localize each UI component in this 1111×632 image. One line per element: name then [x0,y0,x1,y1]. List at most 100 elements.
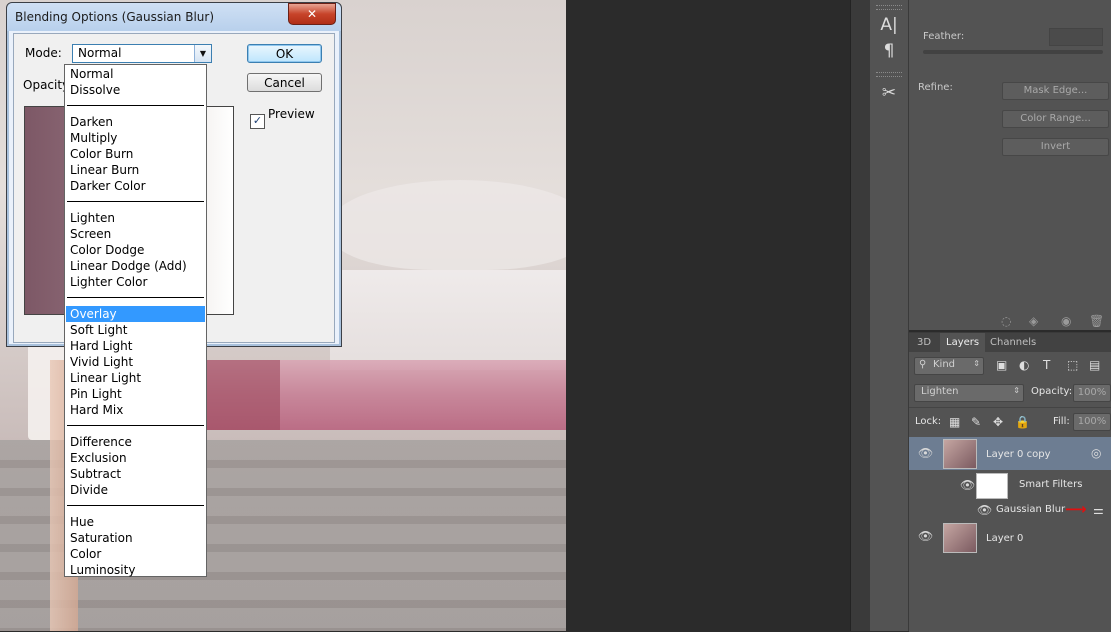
eye-icon[interactable]: 👁 [918,529,933,543]
kind-filter-select[interactable]: ⚲ Kind ⇕ [914,357,984,375]
preview-label: Preview [268,107,315,121]
strip-grip[interactable] [876,5,902,10]
tab-3d[interactable]: 3D [911,333,937,352]
layer-name: Layer 0 copy [986,449,1051,460]
feather-input[interactable] [1049,28,1103,46]
dropdown-option-difference[interactable]: Difference [66,434,205,450]
layer-row-smart-filters[interactable]: 👁 Smart Filters [909,470,1111,500]
mode-label: Mode: [25,46,62,60]
layer-name: Gaussian Blur [996,504,1066,515]
dropdown-option-pin-light[interactable]: Pin Light [66,386,205,402]
text-tool-icon[interactable]: A| [876,12,902,38]
layers-panel: 3D Layers Channels ⚲ Kind ⇕ ▣ ◐ T ⬚ ▤ Li… [909,332,1111,632]
dropdown-option-lighter-color[interactable]: Lighter Color [66,274,205,290]
tab-layers[interactable]: Layers [940,333,986,352]
shape-layer-filter-icon[interactable]: ⬚ [1067,358,1078,372]
blend-mode-value: Lighten [921,386,959,397]
chevron-down-icon[interactable]: ▼ [194,45,211,62]
layer-row-gaussian-blur[interactable]: 👁 Gaussian Blur ⟶ ⚌ [909,500,1111,520]
dropdown-separator [67,505,204,506]
dropdown-option-lighten[interactable]: Lighten [66,210,205,226]
dropdown-option-hue[interactable]: Hue [66,514,205,530]
lock-label: Lock: [915,416,942,427]
lock-transparent-icon[interactable]: ▦ [949,415,960,429]
opacity-input[interactable]: 100% [1073,384,1111,402]
feather-slider[interactable] [923,50,1103,54]
layer-name: Smart Filters [1019,479,1083,490]
photo-pink-shadow [200,360,280,430]
mode-select-value: Normal [78,46,122,60]
lock-brush-icon[interactable]: ✎ [971,415,981,429]
fill-input[interactable]: 100% [1073,413,1111,431]
pixel-layer-filter-icon[interactable]: ▣ [996,358,1007,372]
eye-icon[interactable]: 👁 [918,446,933,460]
strip-grip-2[interactable] [876,72,902,77]
dropdown-separator [67,425,204,426]
ok-button[interactable]: OK [247,44,322,63]
close-button[interactable]: ✕ [288,3,336,25]
blend-mode-dropdown-list: Normal Dissolve Darken Multiply Color Burn Li… [64,64,207,577]
preview-checkbox[interactable]: ✓ [250,114,265,129]
feather-label: Feather: [923,31,965,42]
visibility-icon[interactable]: ◉ [1061,314,1071,328]
panel-divider[interactable] [850,0,871,631]
dropdown-option-overlay[interactable]: Overlay [66,306,205,322]
dropdown-option-darken[interactable]: Darken [66,114,205,130]
apply-mask-icon[interactable]: ◈ [1029,314,1038,328]
dropdown-option-linear-dodge-add[interactable]: Linear Dodge (Add) [66,258,205,274]
dropdown-option-normal[interactable]: Normal [66,66,205,82]
lock-all-icon[interactable]: 🔒 [1015,415,1030,429]
mode-select[interactable]: Normal ▼ [72,44,212,63]
dropdown-separator [67,297,204,298]
lock-move-icon[interactable]: ✥ [993,415,1003,429]
dropdown-option-color[interactable]: Color [66,546,205,562]
dropdown-option-luminosity[interactable]: Luminosity [66,562,205,578]
delete-mask-icon[interactable]: 🗑 [1089,314,1104,328]
chevron-updown-icon: ⇕ [1013,386,1020,395]
dropdown-option-screen[interactable]: Screen [66,226,205,242]
dropdown-option-divide[interactable]: Divide [66,482,205,498]
dropdown-option-vivid-light[interactable]: Vivid Light [66,354,205,370]
invert-button[interactable]: Invert [1002,138,1109,156]
layer-name: Layer 0 [986,533,1024,544]
dropdown-separator [67,201,204,202]
photo-cake-middle [330,270,566,370]
tools-icon[interactable]: ✂ [876,80,902,106]
dropdown-option-hard-light[interactable]: Hard Light [66,338,205,354]
dropdown-option-saturation[interactable]: Saturation [66,530,205,546]
dropdown-option-soft-light[interactable]: Soft Light [66,322,205,338]
smart-object-filter-icon[interactable]: ▤ [1089,358,1100,372]
layer-thumbnail [943,523,977,553]
mask-edge-button[interactable]: Mask Edge... [1002,82,1109,100]
opacity-label: Opacity [23,78,70,92]
dropdown-option-color-dodge[interactable]: Color Dodge [66,242,205,258]
photo-cake-top [330,180,566,270]
eye-icon[interactable]: 👁 [977,503,992,517]
layer-row-layer-0-copy[interactable]: 👁 Layer 0 copy ◎ [909,437,1111,470]
blend-mode-select[interactable]: Lighten ⇕ [914,384,1024,402]
dropdown-option-linear-light[interactable]: Linear Light [66,370,205,386]
paragraph-icon[interactable]: ¶ [876,38,902,64]
load-selection-icon[interactable]: ◌ [1001,314,1011,328]
adjustment-layer-filter-icon[interactable]: ◐ [1019,358,1029,372]
dialog-titlebar[interactable]: Blending Options (Gaussian Blur) ✕ [7,3,341,31]
layer-row-layer-0[interactable]: 👁 Layer 0 [909,520,1111,553]
panel-icon-strip: A| ¶ ✂ [870,0,909,631]
red-arrow-annotation: ⟶ [1065,500,1087,518]
blending-options-icon[interactable]: ⚌ [1093,503,1104,517]
dropdown-option-subtract[interactable]: Subtract [66,466,205,482]
dropdown-option-hard-mix[interactable]: Hard Mix [66,402,205,418]
tab-channels[interactable]: Channels [984,333,1042,352]
type-layer-filter-icon[interactable]: T [1043,358,1050,372]
dropdown-option-exclusion[interactable]: Exclusion [66,450,205,466]
dropdown-option-darker-color[interactable]: Darker Color [66,178,205,194]
chevron-updown-icon: ⇕ [973,359,980,368]
dropdown-option-multiply[interactable]: Multiply [66,130,205,146]
color-range-button[interactable]: Color Range... [1002,110,1109,128]
dialog-title: Blending Options (Gaussian Blur) [15,10,214,24]
dropdown-option-color-burn[interactable]: Color Burn [66,146,205,162]
cancel-button[interactable]: Cancel [247,73,322,92]
eye-icon[interactable]: 👁 [960,478,975,492]
dropdown-option-linear-burn[interactable]: Linear Burn [66,162,205,178]
dropdown-option-dissolve[interactable]: Dissolve [66,82,205,98]
